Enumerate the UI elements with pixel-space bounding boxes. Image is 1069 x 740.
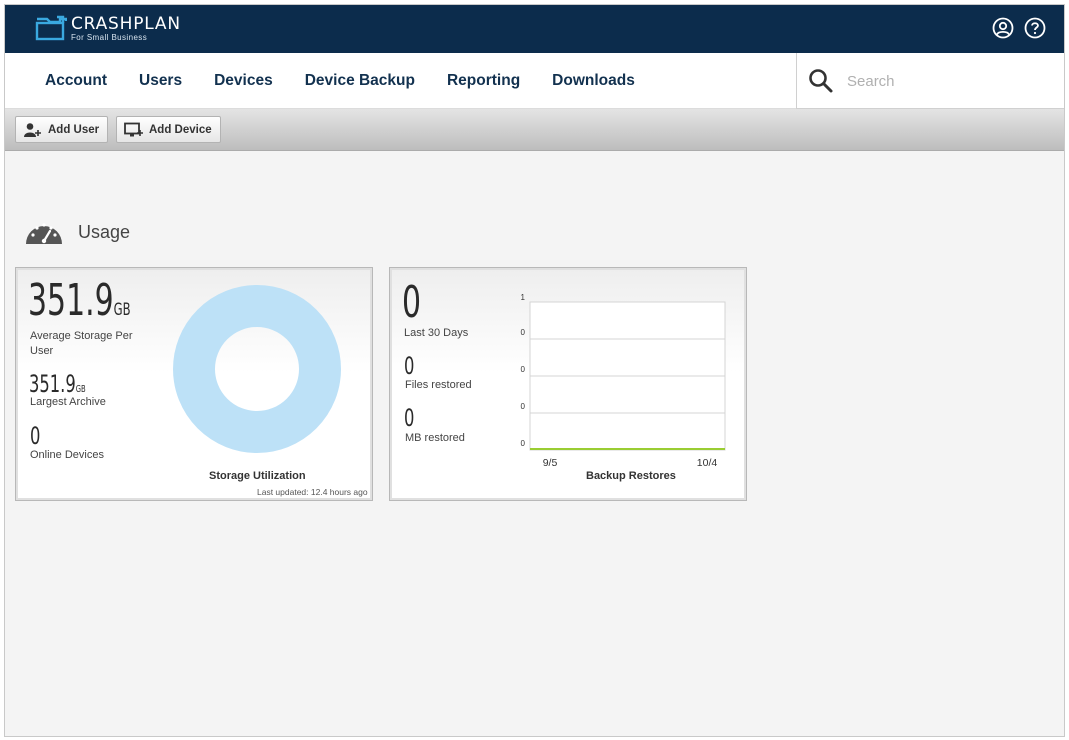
gauge-icon bbox=[25, 219, 63, 245]
add-user-button[interactable]: Add User bbox=[15, 116, 109, 143]
logo-tagline: For Small Business bbox=[71, 33, 148, 42]
storage-utilization-title: Storage Utilization bbox=[209, 470, 306, 482]
main-nav: Account Users Devices Device Backup Repo… bbox=[5, 53, 1064, 109]
avg-storage-label: Average Storage Per User bbox=[30, 330, 133, 357]
files-restored-label: Files restored bbox=[405, 379, 472, 391]
mb-restored-value: 0 bbox=[404, 404, 415, 432]
add-user-icon bbox=[23, 122, 43, 138]
storage-card[interactable]: 351.9GB Average Storage Per User 351.9GB… bbox=[15, 267, 373, 501]
x-tick-label: 9/5 bbox=[543, 457, 558, 469]
online-devices-label: Online Devices bbox=[30, 449, 104, 461]
add-device-icon bbox=[124, 122, 144, 138]
search-icon[interactable] bbox=[808, 68, 834, 94]
top-bar: CRASHPLAN For Small Business bbox=[5, 5, 1064, 53]
avg-storage-value: 351.9GB bbox=[28, 275, 131, 326]
last-30-days-value: 0 bbox=[402, 277, 422, 328]
nav-reporting[interactable]: Reporting bbox=[431, 72, 536, 90]
donut-ring bbox=[173, 285, 341, 453]
online-devices-value: 0 bbox=[30, 422, 41, 450]
backup-restores-chart: 1 0 0 0 0 9/5 10/4 bbox=[521, 293, 726, 469]
user-circle-icon[interactable] bbox=[992, 17, 1014, 39]
add-user-label: Add User bbox=[48, 123, 100, 136]
largest-archive-label: Largest Archive bbox=[30, 396, 106, 408]
backup-restores-title: Backup Restores bbox=[586, 470, 676, 482]
search-input[interactable] bbox=[847, 69, 1047, 93]
usage-header: Usage bbox=[25, 219, 130, 245]
mb-restored-label: MB restored bbox=[405, 432, 465, 444]
last-30-days-label: Last 30 Days bbox=[404, 327, 469, 339]
add-device-label: Add Device bbox=[149, 123, 212, 136]
nav-account[interactable]: Account bbox=[29, 72, 123, 90]
nav-downloads[interactable]: Downloads bbox=[536, 72, 651, 90]
y-tick-label: 0 bbox=[521, 439, 526, 448]
y-tick-label: 0 bbox=[521, 365, 526, 374]
help-icon[interactable] bbox=[1024, 17, 1046, 39]
crashplan-logo[interactable]: CRASHPLAN For Small Business bbox=[35, 15, 181, 42]
nav-devices[interactable]: Devices bbox=[198, 72, 289, 90]
add-device-button[interactable]: Add Device bbox=[116, 116, 221, 143]
y-tick-label: 1 bbox=[521, 293, 526, 302]
y-tick-label: 0 bbox=[521, 402, 526, 411]
last-updated-text: Last updated: 12.4 hours ago bbox=[257, 487, 368, 497]
storage-utilization-donut bbox=[173, 285, 341, 453]
backup-restores-card[interactable]: 0 Last 30 Days 0 Files restored 0 MB res… bbox=[389, 267, 747, 501]
nav-users[interactable]: Users bbox=[123, 72, 198, 90]
folder-logo-icon bbox=[35, 15, 67, 41]
y-tick-label: 0 bbox=[521, 328, 526, 337]
search-box bbox=[796, 53, 1064, 109]
files-restored-value: 0 bbox=[404, 352, 415, 380]
logo-name: CRASHPLAN bbox=[71, 14, 181, 34]
action-toolbar: Add User Add Device bbox=[5, 109, 1064, 151]
nav-device-backup[interactable]: Device Backup bbox=[289, 72, 431, 90]
app-window: CRASHPLAN For Small Business Account Use… bbox=[4, 4, 1065, 737]
section-title: Usage bbox=[78, 221, 131, 242]
x-tick-label: 10/4 bbox=[697, 457, 718, 469]
